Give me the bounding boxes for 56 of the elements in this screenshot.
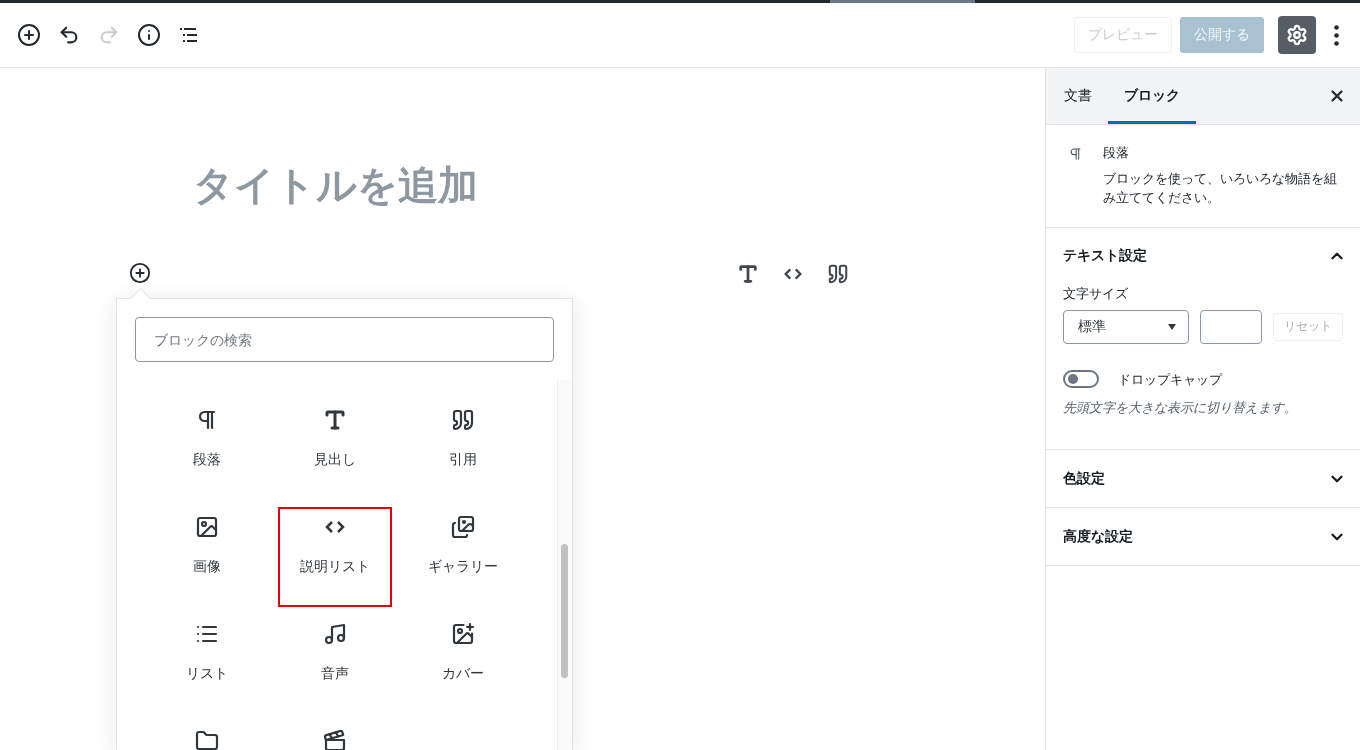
block-label: 見出し (314, 451, 356, 469)
settings-icon (1286, 24, 1308, 46)
panel-title: 高度な設定 (1063, 527, 1133, 546)
block-name: 段落 (1103, 144, 1131, 162)
panel-header[interactable]: 高度な設定 (1046, 508, 1360, 565)
quote-block-button[interactable] (826, 262, 850, 286)
add-button[interactable] (17, 23, 41, 47)
block-label: カバー (442, 665, 484, 683)
panel-title: テキスト設定 (1063, 247, 1147, 265)
drop-cap-toggle[interactable] (1063, 370, 1099, 389)
sidebar-tab[interactable]: ブロック (1108, 68, 1196, 124)
caret-icon (1168, 323, 1176, 330)
info-button[interactable] (137, 23, 161, 47)
font-size-label: 文字サイズ (1063, 284, 1129, 303)
undo-icon (58, 24, 80, 46)
quote-icon (827, 263, 849, 285)
heading-icon (737, 263, 759, 285)
block-search-field[interactable]: ブロックの検索 (135, 317, 554, 362)
music-note-icon (323, 622, 347, 646)
panel-header[interactable]: テキスト設定 (1046, 227, 1360, 285)
add-icon (129, 262, 151, 284)
block-label: 画像 (193, 558, 221, 576)
redo-icon (98, 24, 120, 46)
panel-title: 色設定 (1063, 469, 1105, 488)
scrollbar[interactable] (557, 380, 572, 750)
block-label: 引用 (449, 451, 477, 469)
block-label: リスト (186, 665, 228, 683)
info-icon (137, 23, 161, 47)
quote-icon (451, 408, 475, 432)
block-label: ギャラリー (428, 558, 498, 576)
add-block-button[interactable] (129, 262, 151, 284)
folder-icon (195, 729, 219, 750)
heading-block-button[interactable] (736, 262, 760, 286)
image-icon (195, 515, 219, 539)
block-label: 音声 (321, 665, 349, 683)
block-label: 説明リスト (300, 558, 370, 576)
help-text: 先頭文字を大きな表示に切り替えます。 (1063, 399, 1298, 417)
add-icon (17, 23, 41, 47)
clapperboard-icon (323, 729, 347, 750)
sidebar-tab[interactable]: 文書 (1048, 68, 1108, 124)
close-icon (1328, 87, 1346, 105)
more-icon (1333, 24, 1339, 46)
block-item[interactable]: 説明リスト (278, 507, 392, 607)
font-size-select[interactable]: 標準 (1063, 309, 1189, 344)
outline-icon (179, 27, 199, 43)
close-button[interactable] (1328, 87, 1346, 105)
settings-button[interactable] (1278, 16, 1316, 54)
block-description: ブロックを使って、いろいろな物語を組み立ててください。 (1103, 169, 1339, 207)
scrollbar-thumb[interactable] (561, 544, 568, 678)
block-label: 段落 (193, 451, 221, 469)
cover-image-icon (451, 622, 475, 646)
heading-icon (323, 408, 347, 432)
gallery-icon (451, 515, 475, 539)
custom-size-field[interactable] (1200, 309, 1262, 344)
panel-header[interactable]: 色設定 (1046, 450, 1360, 507)
toggle-label: ドロップキャップ (1118, 370, 1222, 389)
